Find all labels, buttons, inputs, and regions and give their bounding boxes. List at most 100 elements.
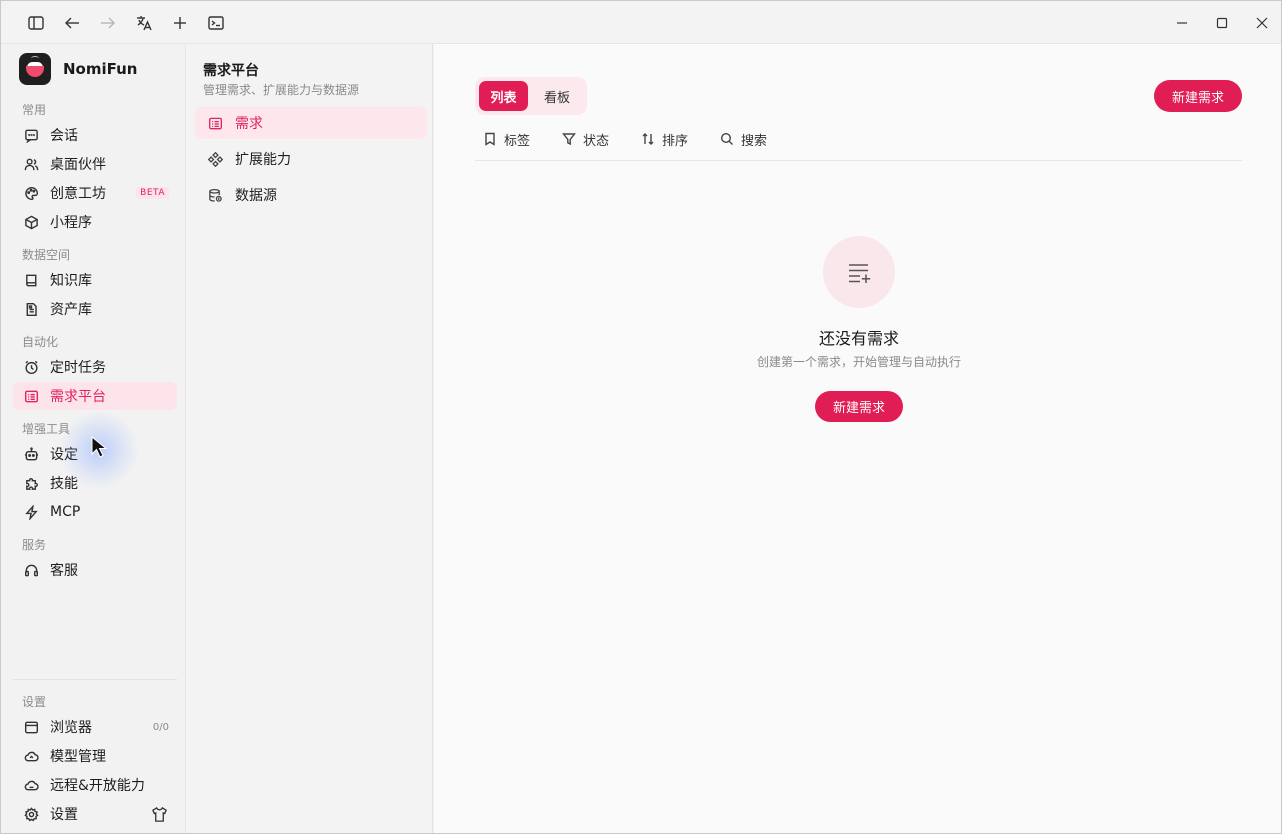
empty-state-title: 还没有需求 — [818, 329, 899, 348]
sidebar-divider — [13, 679, 177, 680]
browser-counter: 0/0 — [152, 721, 169, 733]
search-button[interactable]: 搜索 — [712, 130, 767, 149]
users-icon — [23, 156, 39, 172]
tag-filter-button[interactable]: 标签 — [475, 130, 530, 149]
main-content: 列表 看板 新建需求 标签 状态 排序 搜索 还没有需求 创建第一个需求，开始管… — [434, 44, 1281, 833]
sidebar-item-scheduled-tasks[interactable]: 定时任务 — [13, 353, 177, 381]
tab-board[interactable]: 看板 — [532, 81, 582, 111]
empty-state-subtitle: 创建第一个需求，开始管理与自动执行 — [756, 355, 961, 369]
sidebar-item-desktop-partner[interactable]: 桌面伙伴 — [13, 150, 177, 178]
sidebar-item-label: 需求平台 — [50, 389, 106, 405]
file-icon — [23, 301, 39, 317]
status-filter-label: 状态 — [583, 133, 610, 149]
section-label-enhance: 增强工具 — [22, 422, 71, 436]
toolbar-divider — [475, 160, 1242, 161]
app-logo-icon — [19, 53, 51, 85]
cube-icon — [23, 214, 39, 230]
close-icon[interactable] — [1247, 9, 1277, 37]
book-icon — [23, 272, 39, 288]
sidebar-item-label: 知识库 — [50, 273, 92, 289]
palette-icon — [23, 185, 39, 201]
search-icon — [721, 132, 734, 145]
terminal-icon[interactable] — [205, 12, 227, 34]
sidebar-item-label: 技能 — [50, 476, 78, 492]
sidebar-item-model-management[interactable]: 模型管理 — [13, 742, 177, 770]
headset-icon — [23, 562, 39, 578]
beta-badge: BETA — [136, 187, 169, 199]
subnav-item-label: 需求 — [235, 116, 263, 132]
sidebar-item-label: 模型管理 — [50, 749, 106, 765]
sidebar-item-mini-program[interactable]: 小程序 — [13, 208, 177, 236]
chat-icon — [23, 127, 39, 143]
new-requirement-button[interactable]: 新建需求 — [1154, 80, 1242, 112]
puzzle-icon — [23, 475, 39, 491]
panel-subtitle: 管理需求、扩展能力与数据源 — [203, 83, 360, 97]
sidebar-item-customer-service[interactable]: 客服 — [13, 556, 177, 584]
filter-icon — [562, 133, 576, 146]
cloud-icon — [23, 748, 39, 764]
sort-button[interactable]: 排序 — [633, 130, 688, 149]
sidebar-item-label: 小程序 — [50, 215, 92, 231]
sidebar-item-knowledge-base[interactable]: 知识库 — [13, 266, 177, 294]
shirt-icon[interactable] — [151, 806, 169, 824]
database-icon — [207, 187, 223, 203]
search-label: 搜索 — [741, 133, 768, 149]
sidebar-item-workshop[interactable]: 创意工坊 BETA — [13, 179, 177, 207]
bolt-icon — [23, 504, 39, 520]
title-bar — [1, 1, 1281, 44]
new-tab-plus-icon[interactable] — [169, 12, 191, 34]
robot-icon — [23, 446, 39, 462]
section-label-common: 常用 — [22, 103, 47, 117]
sidebar-item-settings[interactable]: 设置 — [13, 800, 143, 828]
extension-icon — [207, 151, 223, 167]
subnav-item-requirements[interactable]: 需求 — [195, 107, 427, 139]
app-window: NomiFun 常用 会话 桌面伙伴 创意工坊 BETA 小程序 数据空间 知识… — [0, 0, 1282, 834]
tab-list[interactable]: 列表 — [479, 81, 528, 111]
section-label-automation: 自动化 — [22, 335, 59, 349]
sidebar-item-label: 浏览器 — [50, 720, 92, 736]
section-label-data-space: 数据空间 — [22, 248, 71, 262]
sidebar-item-chat[interactable]: 会话 — [13, 121, 177, 149]
maximize-icon[interactable] — [1207, 9, 1237, 37]
sidebar-item-label: 客服 — [50, 563, 78, 579]
browser-icon — [23, 719, 39, 735]
sidebar: NomiFun 常用 会话 桌面伙伴 创意工坊 BETA 小程序 数据空间 知识… — [1, 44, 186, 833]
mouse-cursor-icon — [91, 435, 111, 458]
sidebar-item-asset-library[interactable]: 资产库 — [13, 295, 177, 323]
tag-filter-label: 标签 — [504, 133, 531, 149]
bookmark-icon — [485, 132, 495, 146]
sidebar-toggle-icon[interactable] — [25, 12, 47, 34]
panel-title: 需求平台 — [203, 63, 259, 79]
sidebar-item-requirements-platform[interactable]: 需求平台 — [13, 382, 177, 410]
brand[interactable]: NomiFun — [19, 53, 138, 85]
sidebar-item-browser[interactable]: 浏览器 0/0 — [13, 713, 177, 741]
sidebar-item-mcp[interactable]: MCP — [13, 498, 177, 526]
sort-label: 排序 — [662, 133, 689, 149]
subnav-item-data-sources[interactable]: 数据源 — [195, 179, 427, 211]
empty-state-new-button[interactable]: 新建需求 — [815, 391, 903, 422]
forward-arrow-icon[interactable] — [97, 12, 119, 34]
filter-toolbar: 标签 状态 排序 搜索 — [475, 128, 791, 150]
sidebar-item-skills[interactable]: 技能 — [13, 469, 177, 497]
subnav-item-label: 数据源 — [235, 188, 277, 204]
minimize-icon[interactable] — [1167, 9, 1197, 37]
sidebar-item-label: 设置 — [50, 807, 78, 823]
sidebar-item-label: 定时任务 — [50, 360, 106, 376]
status-filter-button[interactable]: 状态 — [554, 130, 609, 149]
sidebar-item-label: MCP — [50, 504, 81, 520]
clock-icon — [23, 359, 39, 375]
list-icon — [23, 388, 39, 404]
sidebar-item-remote-open[interactable]: 远程&开放能力 — [13, 771, 177, 799]
sub-navigation-panel: 需求平台 管理需求、扩展能力与数据源 需求 扩展能力 数据源 — [187, 44, 433, 833]
cloud-sync-icon — [23, 777, 39, 793]
app-name: NomiFun — [63, 60, 138, 78]
back-arrow-icon[interactable] — [61, 12, 83, 34]
gear-icon — [23, 806, 39, 822]
translate-icon[interactable] — [133, 12, 155, 34]
section-label-settings: 设置 — [22, 695, 47, 709]
sidebar-item-label: 设定 — [50, 447, 78, 463]
sidebar-item-label: 桌面伙伴 — [50, 157, 106, 173]
subnav-item-extensions[interactable]: 扩展能力 — [195, 143, 427, 175]
section-label-service: 服务 — [22, 538, 47, 552]
sidebar-item-label: 创意工坊 — [50, 186, 106, 202]
